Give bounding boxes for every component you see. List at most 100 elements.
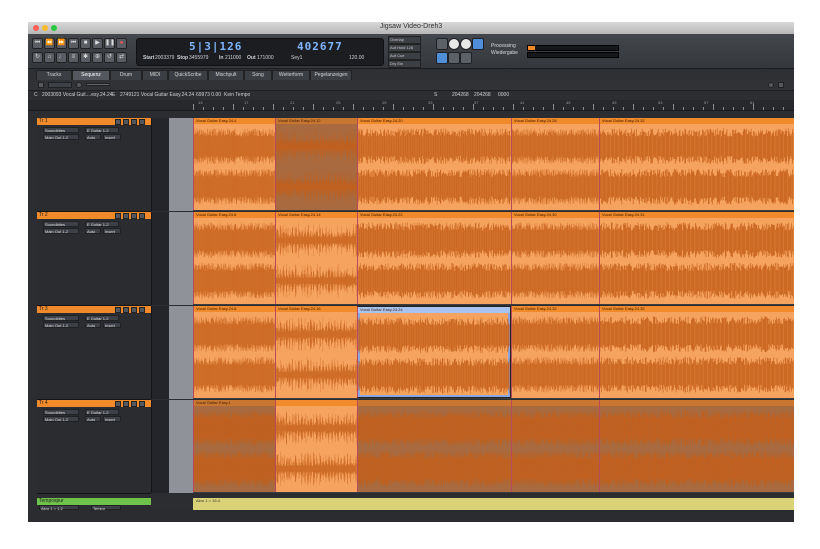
click-icon[interactable]: ✱ xyxy=(80,52,91,63)
output-select[interactable]: Soundbites xyxy=(43,315,79,321)
clock-icon[interactable] xyxy=(448,38,460,50)
solo-button[interactable] xyxy=(123,307,129,313)
tab-weiterform[interactable]: Weiterform xyxy=(272,70,310,80)
record-arm-button[interactable] xyxy=(131,401,137,407)
audio-clip[interactable]: Vocal Guitar Easy.24.32 xyxy=(511,306,599,398)
tab-pegelanzeigen[interactable]: Pegelanzeigen xyxy=(310,70,352,80)
rewind-icon[interactable]: ⏪ xyxy=(44,38,55,49)
rewind-start-icon[interactable]: ⏮ xyxy=(32,38,43,49)
zoom-field[interactable] xyxy=(48,82,72,88)
mode-select[interactable]: Insert xyxy=(103,228,121,234)
audio-clip[interactable] xyxy=(511,400,599,492)
counter-display[interactable]: 5|3|126 402677 Start 2003379 Stop 345597… xyxy=(136,38,384,66)
option-select-2[interactable]: Auf Hold 128 xyxy=(388,44,421,52)
record-arm-button[interactable] xyxy=(131,213,137,219)
audio-clip[interactable]: Vocal Guitar Easy.24.6 xyxy=(193,212,275,304)
record-arm-button[interactable] xyxy=(131,307,137,313)
audio-clip[interactable]: Vocal Guitar Easy.24.20 xyxy=(357,118,511,210)
audio-clip[interactable]: Vocal Guitar Easy.24.12 xyxy=(275,118,357,210)
audio-clip[interactable] xyxy=(357,400,511,492)
audio-clip[interactable]: Vocal Guitar Easy.24.32 xyxy=(599,118,794,210)
input-select[interactable]: E Guitar 1-2 xyxy=(85,127,119,133)
bus-select[interactable]: Main Out 1-2 xyxy=(43,228,79,234)
mute-button[interactable] xyxy=(115,213,121,219)
tempo-value[interactable]: 120.00 xyxy=(349,55,364,61)
stop-icon[interactable]: ■ xyxy=(80,38,91,49)
bus-select[interactable]: Main Out 1-2 xyxy=(43,322,79,328)
audio-clip[interactable]: Vocal Guitar Easy.24.16 xyxy=(275,306,357,398)
mute-button[interactable] xyxy=(115,401,121,407)
output-select[interactable]: Soundbites xyxy=(43,409,79,415)
monitor-button[interactable] xyxy=(139,119,145,125)
loop-icon[interactable]: ↻ xyxy=(32,52,43,63)
tab-drum[interactable]: Drum xyxy=(110,70,142,80)
punch-icon[interactable]: ⌂ xyxy=(44,52,55,63)
tab-tracks[interactable]: Tracks xyxy=(36,70,72,80)
track-lane[interactable]: Vocal Guitar Easy.24.4 Vocal Guitar Easy.… xyxy=(193,118,794,211)
skip-back-icon[interactable]: ⏮ xyxy=(68,38,79,49)
mute-button[interactable] xyxy=(115,119,121,125)
timeline-ruler[interactable]: 13 17 21 25 29 33 37 41 45 49 53 57 61 xyxy=(28,100,794,111)
tempo-track-name[interactable]: Tempospur xyxy=(37,498,151,505)
solo-button[interactable] xyxy=(123,401,129,407)
tempo-lane[interactable]: Akro 1 = 15.4 xyxy=(193,498,794,510)
tab-song[interactable]: Song xyxy=(244,70,272,80)
track-lane[interactable]: Vocal Guitar Easy.24.8 Vocal Guitar Easy.… xyxy=(193,306,794,399)
menu-icon[interactable] xyxy=(778,82,784,88)
automation-select[interactable]: Auto xyxy=(85,134,101,140)
sync-icon[interactable]: ⇄ xyxy=(116,52,127,63)
option-select-3[interactable]: Auf Cue Manager xyxy=(388,52,421,64)
tab-quickscribe[interactable]: QuickScribe xyxy=(168,70,208,80)
tab-sequenz[interactable]: Sequenz xyxy=(72,70,110,80)
count-in-icon[interactable]: ≡ xyxy=(68,52,79,63)
audio-clip[interactable] xyxy=(275,400,357,492)
audio-clip[interactable]: Vocal Guitar Easy.24.8 xyxy=(193,306,275,398)
mode-select[interactable]: Insert xyxy=(103,322,121,328)
play-icon[interactable]: ▶ xyxy=(92,38,103,49)
audio-clip[interactable]: Vocal Guitar Easy.24.31 xyxy=(599,212,794,304)
output-select[interactable]: Soundbites xyxy=(43,221,79,227)
tab-midi[interactable]: MIDI xyxy=(142,70,168,80)
track-lane[interactable]: Vocal Guitar Easy.24.6 Vocal Guitar Easy.… xyxy=(193,212,794,305)
edit-icon[interactable] xyxy=(436,52,448,64)
audio-clip[interactable]: Vocal Guitar Easy.24.14 xyxy=(275,212,357,304)
input-select[interactable]: E Guitar 1-2 xyxy=(85,315,119,321)
bus-select[interactable]: Main Out 1-2 xyxy=(43,134,79,140)
monitor-button[interactable] xyxy=(139,401,145,407)
monitor-icon[interactable] xyxy=(472,38,484,50)
record-arm-button[interactable] xyxy=(131,119,137,125)
audio-clip[interactable]: Vocal Guitar Easy.24.30 xyxy=(511,212,599,304)
automation-select[interactable]: Auto xyxy=(85,416,101,422)
grid-icon[interactable] xyxy=(448,52,460,64)
sync-select[interactable]: Sey1 xyxy=(291,55,302,61)
input-select[interactable]: E Guitar 1-2 xyxy=(85,409,119,415)
audio-clip[interactable]: Vocal Guitar Easy.1 xyxy=(193,400,275,492)
zoom-in-icon[interactable] xyxy=(76,82,82,88)
track-lane[interactable]: Vocal Guitar Easy.1 xyxy=(193,400,794,493)
zoom-slider[interactable] xyxy=(86,83,110,86)
option-select-1[interactable]: Overlap xyxy=(388,36,421,44)
auto-rewind-icon[interactable]: ↺ xyxy=(104,52,115,63)
marker-icon[interactable] xyxy=(38,82,44,88)
bottom-scrollbar[interactable] xyxy=(28,510,794,522)
solo-button[interactable] xyxy=(123,119,129,125)
mode-select[interactable]: Insert xyxy=(103,134,121,140)
audio-clip[interactable]: Vocal Guitar Easy.24.24 xyxy=(357,306,511,398)
audio-clip[interactable]: Vocal Guitar Easy.24.35 xyxy=(599,306,794,398)
audio-clip[interactable]: Vocal Guitar Easy.24.28 xyxy=(511,118,599,210)
record-icon[interactable]: ● xyxy=(116,38,127,49)
mode-select[interactable]: Insert xyxy=(103,416,121,422)
monitor-button[interactable] xyxy=(139,307,145,313)
settings-icon[interactable] xyxy=(460,38,472,50)
audio-clip[interactable]: Vocal Guitar Easy.24.4 xyxy=(193,118,275,210)
tab-mischpult[interactable]: Mischpult xyxy=(208,70,244,80)
audio-clip[interactable] xyxy=(599,400,794,492)
record-mode-icon[interactable] xyxy=(436,38,448,50)
monitor-button[interactable] xyxy=(139,213,145,219)
solo-button[interactable] xyxy=(123,213,129,219)
bus-select[interactable]: Main Out 1-2 xyxy=(43,416,79,422)
metronome-icon[interactable]: ♩ xyxy=(56,52,67,63)
search-icon[interactable] xyxy=(768,82,774,88)
input-select[interactable]: E Guitar 1-2 xyxy=(85,221,119,227)
snap-icon[interactable] xyxy=(460,52,472,64)
